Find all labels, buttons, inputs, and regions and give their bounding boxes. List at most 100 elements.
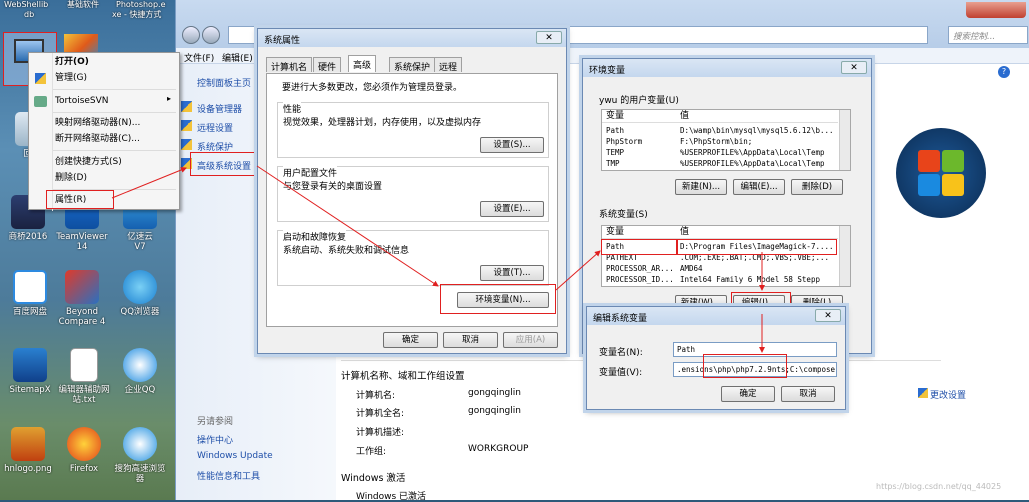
nav-control-panel-home[interactable]: 控制面板主页 bbox=[197, 76, 251, 89]
window-close-button[interactable] bbox=[966, 2, 1026, 18]
performance-settings-button[interactable]: 设置(S)... bbox=[480, 137, 544, 153]
activation-status: Windows 已激活 bbox=[356, 492, 427, 502]
menu-item-create-shortcut[interactable]: 创建快捷方式(S) bbox=[55, 155, 122, 169]
desktop-label: WebShellib bbox=[4, 0, 49, 9]
list-item[interactable]: TMP %USERPROFILE%\AppData\Local\Temp bbox=[602, 158, 838, 169]
change-settings-link[interactable]: 更改设置 bbox=[930, 388, 966, 401]
group-desc: 与您登录有关的桌面设置 bbox=[283, 182, 383, 192]
user-vars-list[interactable]: 变量 值 Path D:\wamp\bin\mysql\mysql5.6.12\b.… bbox=[601, 109, 851, 171]
desktop-icon-beyond[interactable]: Beyond Compare 4 bbox=[50, 270, 114, 327]
startup-settings-button[interactable]: 设置(T)... bbox=[480, 265, 544, 281]
sogou-browser-icon bbox=[123, 427, 157, 461]
new-user-var-button[interactable]: 新建(N)... bbox=[675, 179, 727, 195]
menu-item-open[interactable]: 打开(O) bbox=[55, 55, 89, 69]
tab-system-protection[interactable]: 系统保护 bbox=[389, 57, 436, 73]
sitemapx-icon bbox=[13, 348, 47, 382]
qq-icon bbox=[123, 348, 157, 382]
context-menu: 打开(O) 管理(G) TortoiseSVN ▸ 映射网络驱动器(N)... … bbox=[28, 52, 180, 211]
list-item[interactable]: TEMP %USERPROFILE%\AppData\Local\Temp bbox=[602, 147, 838, 158]
desktop-label: db bbox=[24, 10, 35, 19]
ok-button[interactable]: 确定 bbox=[383, 332, 438, 348]
icon-label: 亿速云 bbox=[127, 232, 153, 242]
menu-item-manage[interactable]: 管理(G) bbox=[55, 71, 87, 85]
nav-remote-settings[interactable]: 远程设置 bbox=[197, 121, 233, 134]
desktop-icon-hnlogo[interactable]: hnlogo.png bbox=[0, 427, 60, 474]
menu-edit[interactable]: 编辑(E) bbox=[222, 51, 253, 64]
admin-note: 要进行大多数更改，您必须作为管理员登录。 bbox=[282, 83, 463, 93]
link-performance-info[interactable]: 性能信息和工具 bbox=[197, 469, 260, 482]
workgroup-value: WORKGROUP bbox=[468, 444, 529, 454]
delete-user-var-button[interactable]: 删除(D) bbox=[791, 179, 843, 195]
desktop-icon-textfile[interactable]: 编辑器辅助网 站.txt bbox=[52, 348, 116, 405]
annotation-box bbox=[703, 354, 787, 378]
tab-hardware[interactable]: 硬件 bbox=[313, 57, 342, 73]
tab-remote[interactable]: 远程 bbox=[434, 57, 463, 73]
group-desc: 系统启动、系统失败和调试信息 bbox=[283, 246, 410, 256]
menu-item-tortoisesvn[interactable]: TortoiseSVN bbox=[55, 94, 109, 108]
variable-name-label: 变量名(N): bbox=[599, 348, 643, 358]
computer-name-value: gongqinglin bbox=[468, 388, 521, 398]
icon-label: V7 bbox=[134, 242, 146, 252]
desktop-icon-qqbrowser[interactable]: QQ浏览器 bbox=[108, 270, 172, 317]
col-variable: 变量 bbox=[606, 111, 625, 121]
profile-settings-button[interactable]: 设置(E)... bbox=[480, 201, 544, 217]
list-item[interactable]: PROCESSOR_ID... Intel64 Family 6 Model 58… bbox=[602, 274, 838, 285]
icon-label: 搜狗高速浏览 bbox=[114, 464, 166, 474]
annotation-box bbox=[677, 239, 837, 255]
link-windows-update[interactable]: Windows Update bbox=[197, 451, 273, 461]
forward-icon[interactable] bbox=[202, 26, 220, 44]
menu-item-disconnect-drive[interactable]: 断开网络驱动器(C)... bbox=[55, 132, 140, 146]
scrollbar[interactable] bbox=[839, 110, 850, 170]
edit-user-var-button[interactable]: 编辑(E)... bbox=[733, 179, 785, 195]
link-action-center[interactable]: 操作中心 bbox=[197, 433, 233, 446]
desktop-icon-qq[interactable]: 企业QQ bbox=[108, 348, 172, 395]
tab-advanced[interactable]: 高级 bbox=[348, 55, 377, 72]
beyond-compare-icon bbox=[65, 270, 99, 304]
tab-computer-name[interactable]: 计算机名 bbox=[266, 57, 313, 73]
back-icon[interactable] bbox=[182, 26, 200, 44]
search-input[interactable]: 搜索控制... bbox=[948, 26, 1028, 44]
workgroup-label: 工作组: bbox=[356, 447, 387, 457]
annotation-box bbox=[601, 239, 677, 255]
user-profile-group: 用户配置文件 与您登录有关的桌面设置 设置(E)... bbox=[277, 166, 549, 222]
scrollbar[interactable] bbox=[839, 226, 850, 286]
computer-section-title: 计算机名称、域和工作组设置 bbox=[341, 371, 465, 382]
icon-label: 站.txt bbox=[72, 395, 96, 405]
cancel-button[interactable]: 取消 bbox=[781, 386, 835, 402]
dialog-titlebar: 编辑系统变量 ✕ bbox=[587, 307, 845, 325]
close-icon[interactable]: ✕ bbox=[815, 309, 841, 322]
performance-group: 性能 视觉效果，处理器计划，内存使用，以及虚拟内存 设置(S)... bbox=[277, 102, 549, 158]
desktop-icon-firefox[interactable]: Firefox bbox=[52, 427, 116, 474]
system-vars-list[interactable]: 变量值 Path D:\Program Files\ImageMagick-7..… bbox=[601, 225, 851, 287]
icon-label: 14 bbox=[76, 242, 88, 252]
group-desc: 视觉效果，处理器计划，内存使用，以及虚拟内存 bbox=[283, 118, 482, 128]
menu-item-map-drive[interactable]: 映射网络驱动器(N)... bbox=[55, 116, 140, 130]
apply-button[interactable]: 应用(A) bbox=[503, 332, 558, 348]
col-value: 值 bbox=[680, 111, 690, 121]
list-item[interactable]: Path D:\wamp\bin\mysql\mysql5.6.12\b... bbox=[602, 125, 838, 136]
desktop-label: Photoshop.e bbox=[116, 0, 166, 9]
close-icon[interactable]: ✕ bbox=[536, 31, 562, 44]
computer-fullname-label: 计算机全名: bbox=[356, 409, 405, 419]
icon-label: Firefox bbox=[69, 464, 99, 474]
system-properties-dialog: 系统属性 ✕ 计算机名 硬件 高级 系统保护 远程 要进行大多数更改，您必须作为… bbox=[257, 28, 567, 354]
ok-button[interactable]: 确定 bbox=[721, 386, 775, 402]
close-icon[interactable]: ✕ bbox=[841, 61, 867, 74]
icon-label: hnlogo.png bbox=[4, 464, 52, 474]
list-item[interactable]: PROCESSOR_AR... AMD64 bbox=[602, 263, 838, 274]
dialog-titlebar: 环境变量 ✕ bbox=[583, 59, 871, 77]
icon-label: 企业QQ bbox=[124, 385, 156, 395]
desktop-label: xe - 快捷方式 bbox=[112, 10, 162, 19]
icon-label: Beyond bbox=[65, 307, 99, 317]
shield-icon bbox=[181, 139, 192, 150]
menu-item-delete[interactable]: 删除(D) bbox=[55, 171, 87, 185]
help-icon[interactable]: ? bbox=[998, 66, 1010, 78]
list-item[interactable]: PhpStorm F:\PhpStorm\bin; bbox=[602, 136, 838, 147]
computer-fullname-value: gongqinglin bbox=[468, 406, 521, 416]
activation-title: Windows 激活 bbox=[341, 473, 406, 484]
desktop-icon-sogou[interactable]: 搜狗高速浏览 器 bbox=[108, 427, 172, 484]
menu-file[interactable]: 文件(F) bbox=[184, 51, 214, 64]
nav-device-manager[interactable]: 设备管理器 bbox=[197, 102, 242, 115]
cancel-button[interactable]: 取消 bbox=[443, 332, 498, 348]
col-value: 值 bbox=[680, 227, 690, 237]
